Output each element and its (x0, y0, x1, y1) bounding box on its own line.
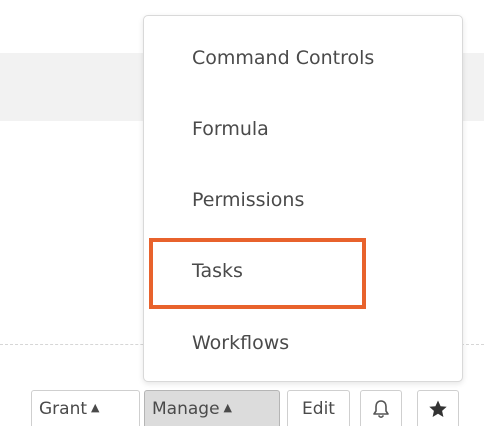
menu-item-workflows[interactable]: Workflows (192, 328, 289, 358)
menu-item-permissions[interactable]: Permissions (192, 185, 304, 215)
grant-button-label: Grant (39, 398, 88, 419)
star-icon (428, 399, 448, 419)
favorite-button[interactable] (417, 390, 459, 426)
notifications-button[interactable] (360, 390, 402, 426)
caret-up-icon: ▲ (223, 400, 232, 414)
caret-up-icon: ▲ (91, 400, 100, 414)
manage-button-label: Manage (152, 398, 220, 419)
bell-icon (372, 399, 390, 419)
menu-item-tasks[interactable]: Tasks (192, 256, 243, 286)
manage-dropdown-menu: Command Controls Formula Permissions Tas… (143, 15, 463, 382)
menu-item-formula[interactable]: Formula (192, 114, 269, 144)
grant-button[interactable]: Grant ▲ (31, 390, 140, 426)
manage-button[interactable]: Manage ▲ (144, 390, 280, 426)
edit-button[interactable]: Edit (287, 390, 350, 426)
edit-button-label: Edit (302, 398, 335, 419)
menu-item-command-controls[interactable]: Command Controls (192, 43, 374, 73)
